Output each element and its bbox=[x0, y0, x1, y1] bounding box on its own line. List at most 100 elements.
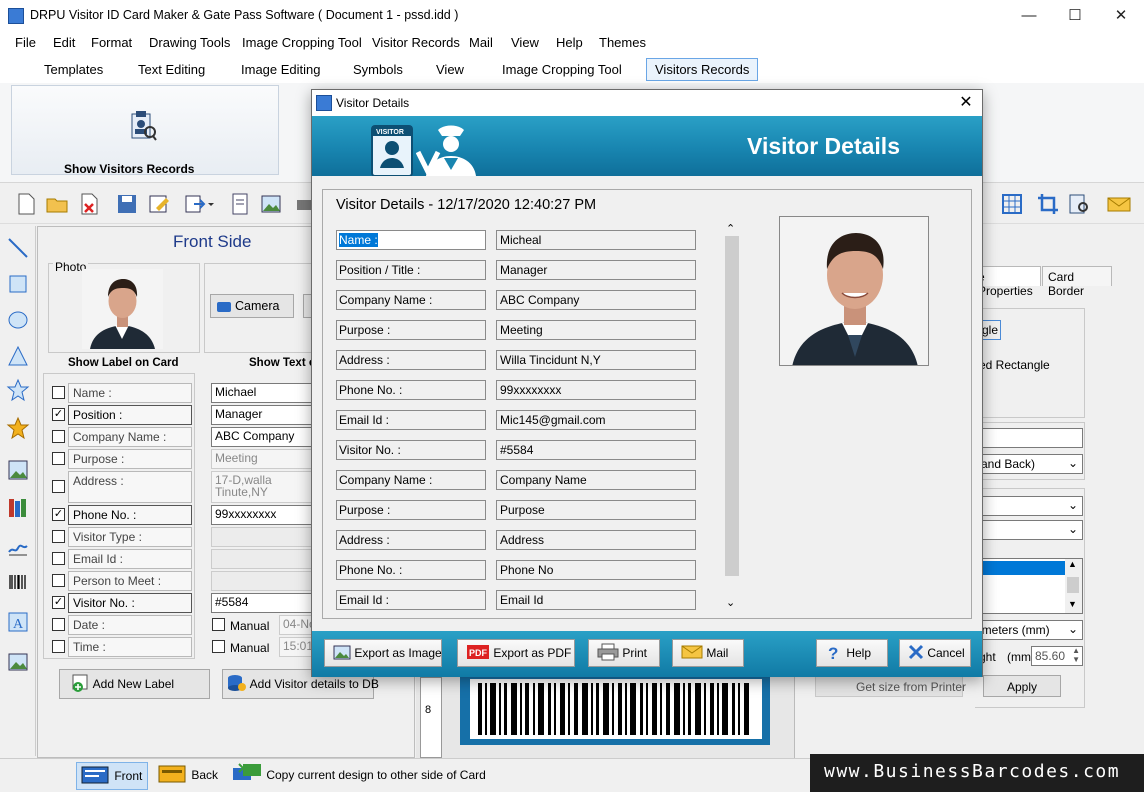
export-icon[interactable] bbox=[184, 192, 214, 216]
line-tool-icon[interactable] bbox=[6, 236, 30, 260]
field-value-input[interactable]: 15:01 bbox=[279, 637, 314, 657]
show-label-checkbox[interactable] bbox=[52, 618, 65, 631]
tab-image-editing[interactable]: Image Editing bbox=[241, 62, 321, 77]
unit-select[interactable]: imeters (mm) ⌄ bbox=[979, 620, 1083, 640]
menu-visitor-records[interactable]: Visitor Records bbox=[372, 35, 460, 50]
detail-value[interactable]: Manager bbox=[496, 260, 696, 280]
field-value-input[interactable]: #5584 bbox=[211, 593, 315, 613]
minimize-button[interactable]: — bbox=[1006, 0, 1052, 31]
add-new-label-button[interactable]: Add New Label bbox=[59, 669, 210, 699]
menu-help[interactable]: Help bbox=[556, 35, 583, 50]
scroll-thumb[interactable] bbox=[725, 236, 739, 576]
picture-tool-icon[interactable] bbox=[6, 458, 30, 482]
get-size-from-printer-button[interactable]: Get size from Printer bbox=[815, 675, 966, 697]
back-side-button[interactable]: Back bbox=[154, 762, 224, 790]
document-icon[interactable] bbox=[228, 192, 252, 216]
watermark-tool-icon[interactable] bbox=[6, 650, 30, 674]
rectangle-tool-icon[interactable] bbox=[6, 272, 30, 296]
field-value-input[interactable] bbox=[211, 549, 315, 569]
tab-properties[interactable]: e Properties bbox=[975, 266, 1041, 298]
show-label-checkbox[interactable] bbox=[52, 480, 65, 493]
field-value-input[interactable] bbox=[211, 527, 315, 547]
front-side-button[interactable]: Front bbox=[76, 762, 148, 790]
detail-value[interactable]: Mic145@gmail.com bbox=[496, 410, 696, 430]
mail-icon[interactable] bbox=[1106, 192, 1131, 216]
field-value-input[interactable]: Meeting bbox=[211, 449, 315, 469]
card-preview[interactable] bbox=[460, 677, 770, 745]
tab-view[interactable]: View bbox=[436, 62, 464, 77]
shape-rounded-option[interactable]: ed Rectangle bbox=[979, 358, 1050, 372]
menu-mail[interactable]: Mail bbox=[469, 35, 493, 50]
print-button[interactable]: Print bbox=[588, 639, 660, 667]
show-label-checkbox[interactable] bbox=[52, 430, 65, 443]
copy-design-button[interactable]: Copy current design to other side of Car… bbox=[229, 762, 491, 790]
show-label-checkbox[interactable] bbox=[52, 552, 65, 565]
detail-value[interactable]: 99xxxxxxxx bbox=[496, 380, 696, 400]
new-file-icon[interactable] bbox=[14, 192, 38, 216]
tab-templates[interactable]: Templates bbox=[44, 62, 103, 77]
tab-card-border[interactable]: Card Border bbox=[1042, 266, 1112, 298]
show-label-checkbox[interactable] bbox=[52, 640, 65, 653]
detail-value[interactable]: Willa Tincidunt N,Y bbox=[496, 350, 696, 370]
detail-value[interactable]: Address bbox=[496, 530, 696, 550]
detail-value[interactable]: #5584 bbox=[496, 440, 696, 460]
field-value-input[interactable] bbox=[211, 571, 315, 591]
image-icon[interactable] bbox=[259, 192, 283, 216]
close-button[interactable]: ✕ bbox=[1098, 0, 1144, 31]
mail-button[interactable]: Mail bbox=[672, 639, 744, 667]
export-pdf-button[interactable]: PDF Export as PDF bbox=[457, 639, 575, 667]
dialog-close-button[interactable]: ✕ bbox=[954, 92, 978, 114]
show-label-checkbox[interactable]: ✓ bbox=[52, 596, 65, 609]
details-scrollbar[interactable]: ⌃ ⌄ bbox=[723, 222, 741, 614]
detail-value[interactable]: Company Name bbox=[496, 470, 696, 490]
field-value-input[interactable]: Michael bbox=[211, 383, 315, 403]
crop-icon[interactable] bbox=[1036, 192, 1060, 216]
shapes-tool-icon[interactable] bbox=[6, 416, 30, 440]
menu-drawing-tools[interactable]: Drawing Tools bbox=[149, 35, 230, 50]
tab-text-editing[interactable]: Text Editing bbox=[138, 62, 205, 77]
detail-value[interactable]: Micheal bbox=[496, 230, 696, 250]
field-value-input[interactable]: 04-No bbox=[279, 615, 314, 635]
size-list[interactable]: ▲ ▼ bbox=[979, 558, 1083, 614]
menu-themes[interactable]: Themes bbox=[599, 35, 646, 50]
scroll-up-icon[interactable]: ⌃ bbox=[726, 222, 735, 235]
open-folder-icon[interactable] bbox=[45, 192, 69, 216]
help-button[interactable]: ? Help bbox=[816, 639, 888, 667]
show-label-checkbox[interactable] bbox=[52, 530, 65, 543]
field-value-input[interactable]: 99xxxxxxxx bbox=[211, 505, 315, 525]
detail-value[interactable]: Email Id bbox=[496, 590, 696, 610]
barcode-tool-icon[interactable] bbox=[6, 570, 30, 594]
scroll-down-icon[interactable]: ⌄ bbox=[726, 596, 735, 609]
menu-format[interactable]: Format bbox=[91, 35, 132, 50]
manual-checkbox[interactable] bbox=[212, 618, 225, 631]
height-input[interactable]: 85.60 ▲ ▼ bbox=[1031, 646, 1083, 666]
detail-value[interactable]: Purpose bbox=[496, 500, 696, 520]
tab-image-cropping-tool[interactable]: Image Cropping Tool bbox=[502, 62, 622, 77]
size-list-scrollbar[interactable]: ▲ ▼ bbox=[1065, 559, 1082, 613]
close-file-icon[interactable] bbox=[77, 192, 101, 216]
save-icon[interactable] bbox=[115, 192, 139, 216]
maximize-button[interactable]: ☐ bbox=[1052, 0, 1098, 31]
text-tool-icon[interactable]: A bbox=[6, 610, 30, 634]
star-tool-icon[interactable] bbox=[6, 378, 30, 402]
field-value-input[interactable]: Manager bbox=[211, 405, 315, 425]
detail-value[interactable]: ABC Company bbox=[496, 290, 696, 310]
detail-value[interactable]: Phone No bbox=[496, 560, 696, 580]
menu-view[interactable]: View bbox=[511, 35, 539, 50]
edit-icon[interactable] bbox=[147, 192, 171, 216]
triangle-tool-icon[interactable] bbox=[6, 344, 30, 368]
orientation-select[interactable]: ⌄ bbox=[979, 520, 1083, 540]
signature-tool-icon[interactable] bbox=[6, 534, 30, 558]
show-label-checkbox[interactable]: ✓ bbox=[52, 508, 65, 521]
show-label-checkbox[interactable]: ✓ bbox=[52, 408, 65, 421]
grid-icon[interactable] bbox=[1000, 192, 1024, 216]
manual-checkbox[interactable] bbox=[212, 640, 225, 653]
show-label-checkbox[interactable] bbox=[52, 574, 65, 587]
apply-button[interactable]: Apply bbox=[983, 675, 1061, 697]
card-name-input[interactable] bbox=[979, 428, 1083, 448]
card-side-select[interactable]: and Back) ⌄ bbox=[979, 454, 1083, 474]
library-tool-icon[interactable] bbox=[6, 496, 30, 520]
export-image-button[interactable]: Export as Image bbox=[324, 639, 442, 667]
detail-value[interactable]: Meeting bbox=[496, 320, 696, 340]
records-search-icon[interactable] bbox=[1067, 192, 1091, 216]
